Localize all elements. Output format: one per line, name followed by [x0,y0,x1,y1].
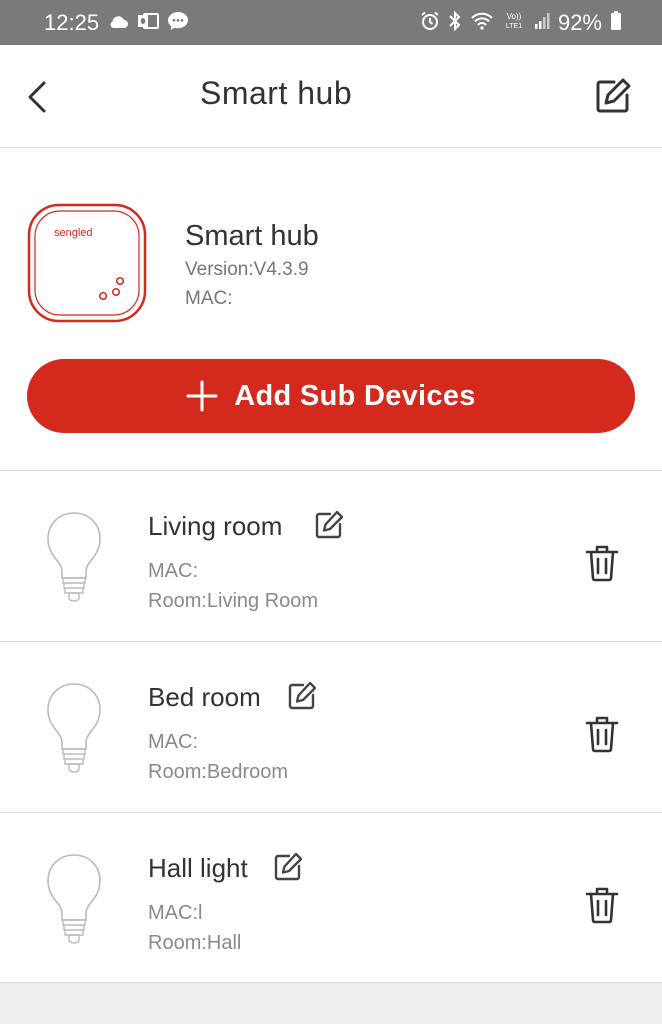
volte-icon: Vo)) LTE1 [502,11,526,34]
status-bar: 12:25 Vo)) LTE1 92% [0,0,662,45]
chevron-left-icon [28,81,46,113]
app-header: Smart hub [0,45,662,148]
trash-icon[interactable] [584,715,620,753]
device-mac: MAC:l [148,902,203,924]
svg-text:LTE1: LTE1 [506,23,522,30]
hub-device-image: sengled [27,203,147,323]
device-row[interactable]: Bed room MAC: Room:Bedroom [0,641,662,812]
edit-icon[interactable] [273,852,303,882]
device-row[interactable]: Living room MAC: Room:Living Room [0,470,662,641]
message-icon [167,11,189,34]
device-name: Bed room [148,682,261,712]
wifi-icon [470,11,494,34]
bluetooth-icon [448,10,462,34]
device-name: Living room [148,511,283,541]
bulb-icon [47,683,101,773]
edit-icon [596,78,631,113]
alarm-icon [420,11,440,34]
device-mac: MAC: [148,560,198,582]
edit-hub-button[interactable] [594,77,632,115]
hub-version: Version:V4.3.9 [185,259,309,280]
hub-mac: MAC: [185,288,233,309]
bulb-icon [47,854,101,944]
redaction-box [236,288,426,310]
edit-icon[interactable] [287,681,317,711]
hub-card: sengled Smart hub Version:V4.3.9 MAC: Ad… [0,148,662,470]
device-name: Hall light [148,853,248,883]
signal-icon [534,12,550,33]
svg-text:Vo)): Vo)) [507,12,522,21]
device-room: Room:Bedroom [148,761,289,783]
battery-icon [610,11,622,34]
status-right: Vo)) LTE1 92% [420,10,622,36]
sengled-logo: sengled [54,227,93,239]
battery-percent: 92% [557,9,602,35]
cloud-icon [107,13,129,32]
plus-icon [186,380,218,412]
trash-icon[interactable] [584,544,620,582]
edit-icon[interactable] [314,510,344,540]
add-sub-devices-button[interactable]: Add Sub Devices [27,359,635,433]
device-row[interactable]: Hall light MAC:l Room:Hall [0,812,662,983]
redaction-box [373,73,477,123]
add-sub-devices-label: Add Sub Devices [234,379,476,412]
device-room: Room:Hall [148,932,242,954]
status-time: 12:25 [44,9,100,35]
page-title: Smart hub [200,75,353,111]
device-room: Room:Living Room [148,590,319,612]
status-left: 12:25 [44,10,189,36]
outlook-icon [137,12,160,33]
device-mac: MAC: [148,731,198,753]
trash-icon[interactable] [584,886,620,924]
bulb-icon [47,512,101,602]
sub-device-list: Living room MAC: Room:Living Room Bed ro… [0,470,662,983]
back-button[interactable] [20,77,56,117]
hub-name: Smart hub [185,220,319,252]
